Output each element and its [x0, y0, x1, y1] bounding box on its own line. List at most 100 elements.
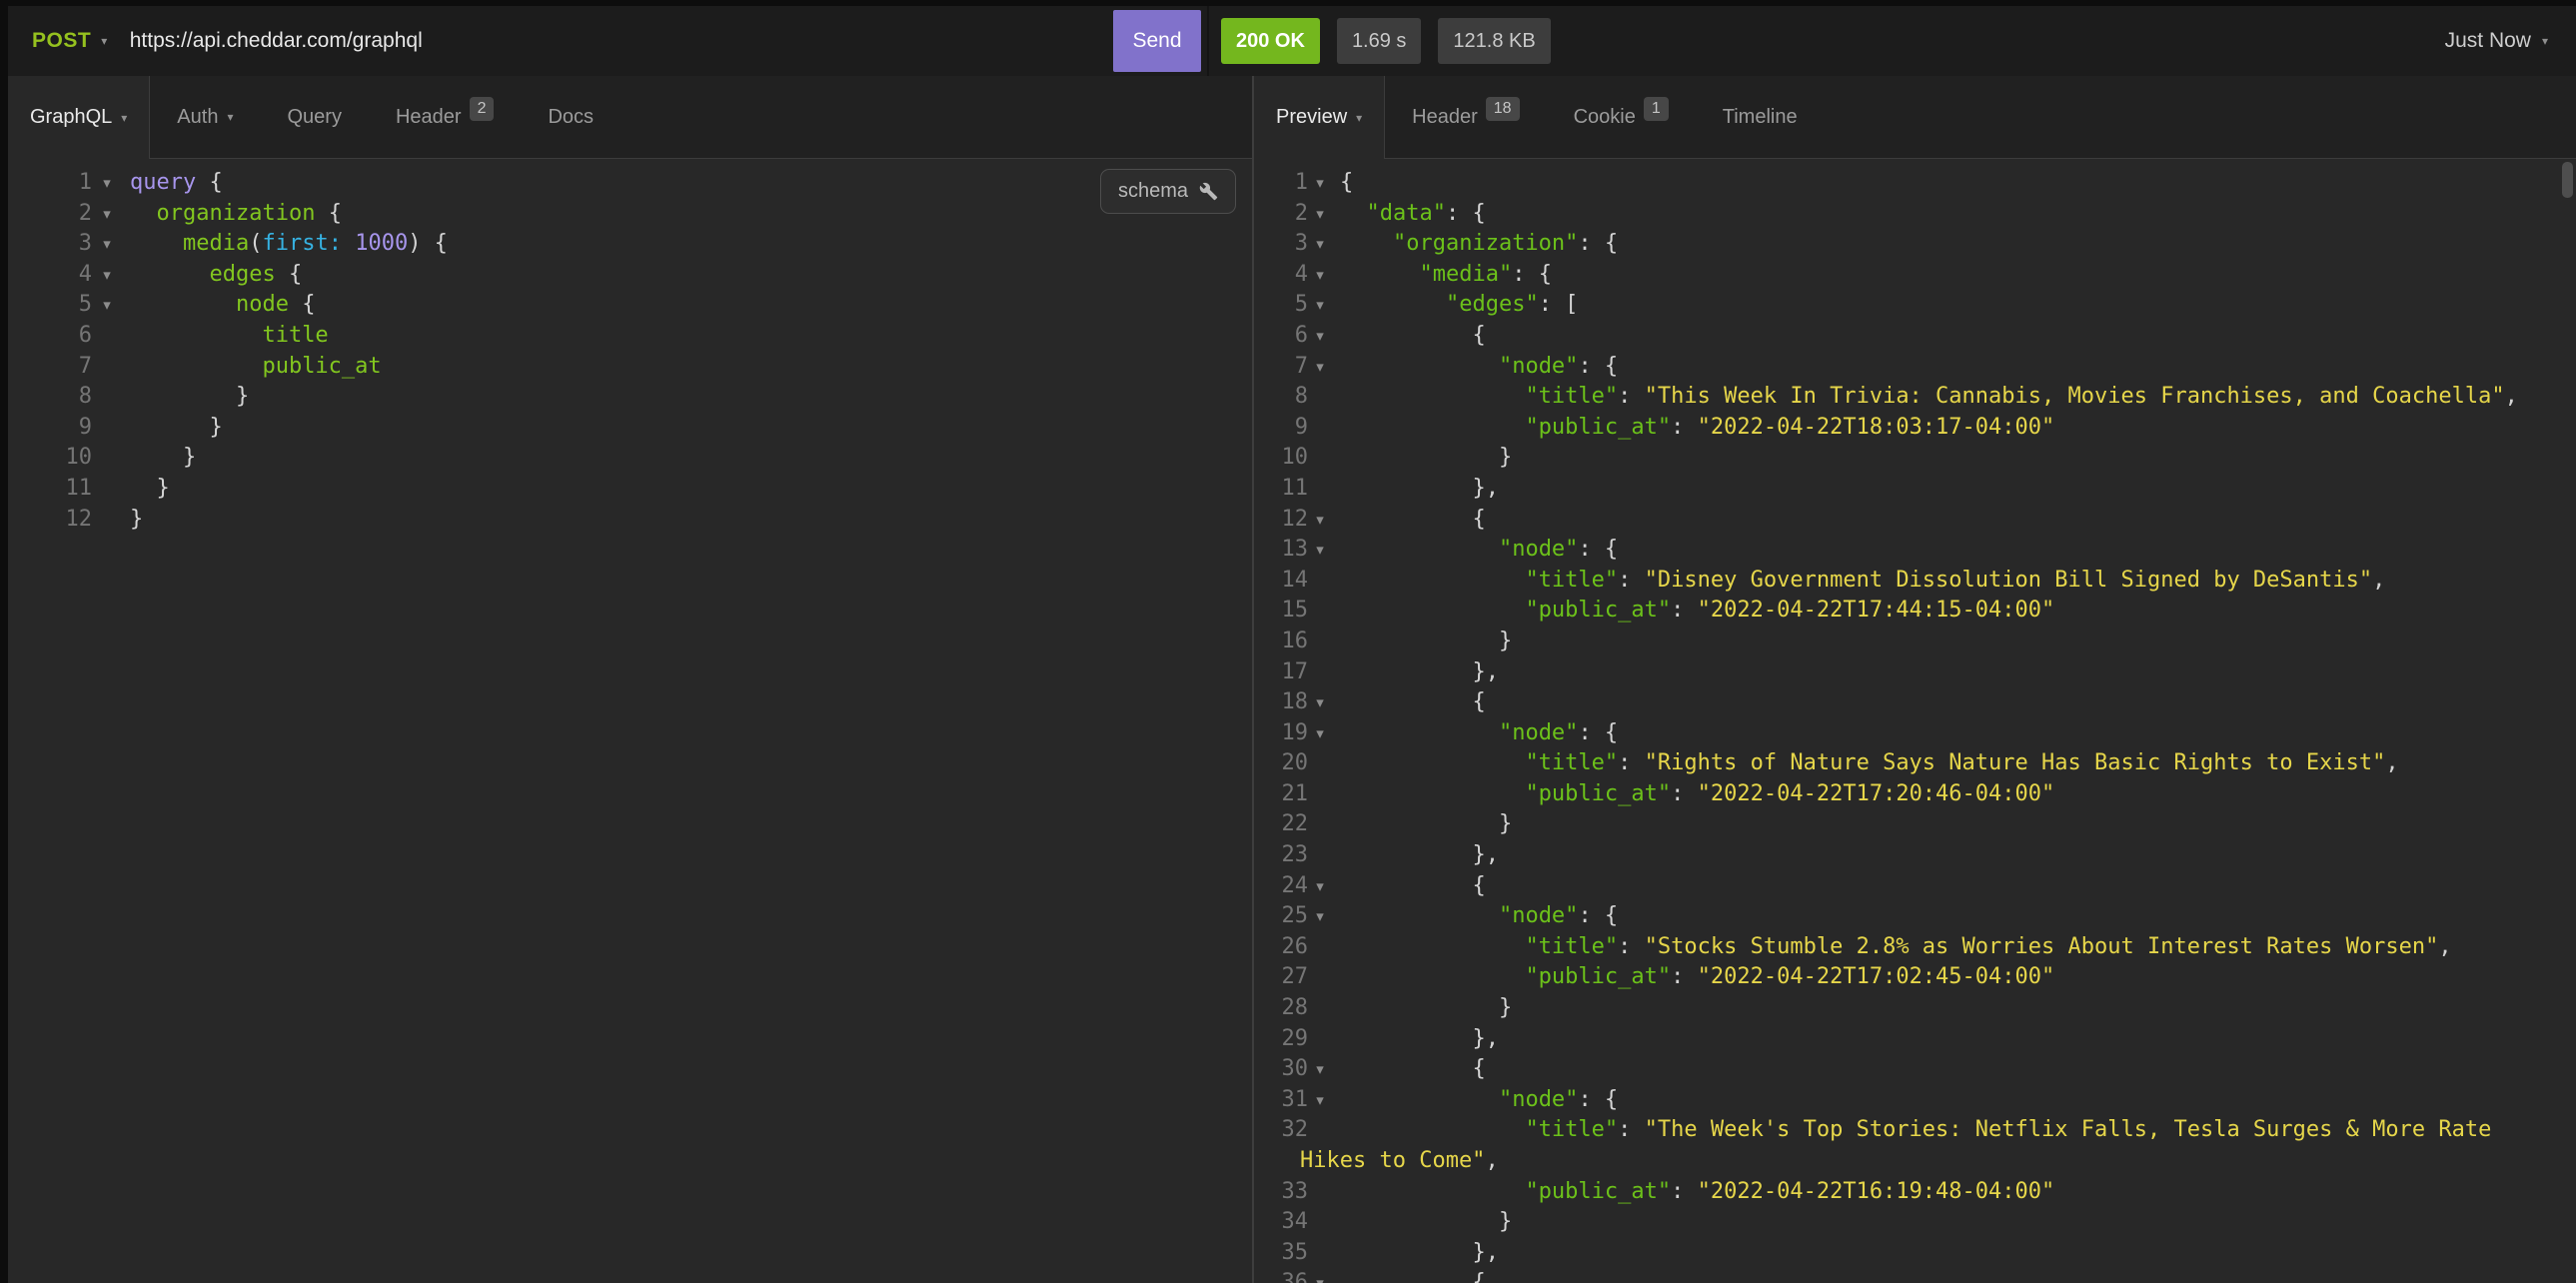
code-line-25: 25▾ "node": {: [1254, 901, 2576, 932]
code-text: query {: [122, 168, 1252, 199]
line-number: 6: [1254, 321, 1308, 352]
window-frame: POST ▾ Send 200 OK 1.69 s 121.8 KB Just …: [8, 6, 2576, 1283]
code-line-10: 10 }: [1254, 443, 2576, 474]
code-text: "organization": {: [1332, 229, 2576, 260]
fold-toggle-icon[interactable]: ▾: [1308, 352, 1332, 383]
code-text: "title": "This Week In Trivia: Cannabis,…: [1332, 382, 2576, 413]
fold-spacer: [1308, 932, 1332, 963]
code-line-7: 7 public_at: [8, 352, 1252, 383]
fold-toggle-icon[interactable]: ▾: [92, 290, 122, 321]
fold-toggle-icon[interactable]: ▾: [92, 168, 122, 199]
fold-toggle-icon[interactable]: ▾: [1308, 1085, 1332, 1116]
tab-header[interactable]: Header18: [1385, 76, 1546, 158]
code-line-5: 5▾ node {: [8, 290, 1252, 321]
code-text: "title": "The Week's Top Stories: Netfli…: [1332, 1115, 2576, 1146]
fold-toggle-icon[interactable]: ▾: [1308, 1054, 1332, 1085]
fold-toggle-icon[interactable]: ▾: [1308, 871, 1332, 902]
tab-query[interactable]: Query: [260, 76, 368, 158]
code-text: }: [122, 505, 1252, 536]
code-text: "media": {: [1332, 260, 2576, 291]
code-line-1: 1▾query {: [8, 168, 1252, 199]
code-text: }: [122, 474, 1252, 505]
tab-label: Timeline: [1723, 106, 1798, 129]
tab-preview[interactable]: Preview▾: [1254, 76, 1385, 159]
line-number: 15: [1254, 596, 1308, 627]
fold-toggle-icon[interactable]: ▾: [1308, 535, 1332, 566]
fold-toggle-icon[interactable]: ▾: [1308, 260, 1332, 291]
tab-docs[interactable]: Docs: [521, 76, 621, 158]
fold-spacer: [92, 443, 122, 474]
line-number: 14: [1254, 566, 1308, 597]
schema-button[interactable]: schema: [1100, 169, 1236, 214]
tab-header[interactable]: Header2: [369, 76, 522, 158]
tab-graphql[interactable]: GraphQL▾: [8, 76, 150, 159]
code-line-34: 34 }: [1254, 1207, 2576, 1238]
line-number: 5: [8, 290, 92, 321]
line-number: 27: [1254, 962, 1308, 993]
code-line-22: 22 }: [1254, 809, 2576, 840]
fold-toggle-icon[interactable]: ▾: [1308, 229, 1332, 260]
code-text: "public_at": "2022-04-22T17:02:45-04:00": [1332, 962, 2576, 993]
fold-spacer: [1308, 1207, 1332, 1238]
code-text: }: [122, 382, 1252, 413]
fold-toggle-icon[interactable]: ▾: [92, 199, 122, 230]
fold-toggle-icon[interactable]: ▾: [1308, 718, 1332, 749]
fold-toggle-icon[interactable]: ▾: [1308, 321, 1332, 352]
tab-count-badge: 18: [1486, 97, 1520, 121]
line-number: 35: [1254, 1238, 1308, 1269]
response-preview[interactable]: 1▾{2▾ "data": {3▾ "organization": {4▾ "m…: [1254, 159, 2576, 1283]
tab-label: Header: [396, 106, 462, 129]
code-text: "data": {: [1332, 199, 2576, 230]
code-text: "node": {: [1332, 1085, 2576, 1116]
tab-auth[interactable]: Auth▾: [150, 76, 260, 158]
code-line-11: 11 },: [1254, 474, 2576, 505]
code-line-24: 24▾ {: [1254, 871, 2576, 902]
code-text: },: [1332, 657, 2576, 688]
fold-spacer: [1308, 596, 1332, 627]
method-dropdown[interactable]: POST ▾: [32, 29, 108, 53]
code-line-12: 12▾ {: [1254, 505, 2576, 536]
code-line-28: 28 }: [1254, 993, 2576, 1024]
code-line-32: 32 "title": "The Week's Top Stories: Net…: [1254, 1115, 2576, 1146]
code-line-35: 35 },: [1254, 1238, 2576, 1269]
line-number: 36: [1254, 1268, 1308, 1283]
line-number: 19: [1254, 718, 1308, 749]
fold-toggle-icon[interactable]: ▾: [1308, 199, 1332, 230]
tab-label: Auth: [177, 106, 218, 129]
tab-cookie[interactable]: Cookie1: [1547, 76, 1696, 158]
code-text: }: [122, 413, 1252, 444]
fold-toggle-icon[interactable]: ▾: [92, 229, 122, 260]
line-number: 7: [8, 352, 92, 383]
fold-toggle-icon[interactable]: ▾: [1308, 505, 1332, 536]
url-input[interactable]: [128, 28, 1113, 54]
code-line-27: 27 "public_at": "2022-04-22T17:02:45-04:…: [1254, 962, 2576, 993]
fold-spacer: [1308, 382, 1332, 413]
code-text: {: [1332, 168, 2576, 199]
fold-toggle-icon[interactable]: ▾: [1308, 290, 1332, 321]
chevron-down-icon: ▾: [1356, 111, 1362, 125]
graphql-query-editor[interactable]: 1▾query {2▾ organization {3▾ media(first…: [8, 159, 1252, 1283]
fold-toggle-icon[interactable]: ▾: [1308, 687, 1332, 718]
code-text: }: [1332, 443, 2576, 474]
line-number: 13: [1254, 535, 1308, 566]
code-line-3: 3▾ "organization": {: [1254, 229, 2576, 260]
send-button[interactable]: Send: [1113, 10, 1201, 72]
code-text: }: [1332, 627, 2576, 657]
code-line-3: 3▾ media(first: 1000) {: [8, 229, 1252, 260]
code-text: {: [1332, 687, 2576, 718]
code-text: "node": {: [1332, 535, 2576, 566]
response-tab-bar: Preview▾Header18Cookie1 Timeline: [1254, 76, 2576, 159]
fold-toggle-icon[interactable]: ▾: [1308, 1268, 1332, 1283]
fold-spacer: [1308, 474, 1332, 505]
fold-toggle-icon[interactable]: ▾: [1308, 901, 1332, 932]
line-number: 10: [1254, 443, 1308, 474]
code-text: "title": "Rights of Nature Says Nature H…: [1332, 748, 2576, 779]
fold-toggle-icon[interactable]: ▾: [92, 260, 122, 291]
code-line-9: 9 "public_at": "2022-04-22T18:03:17-04:0…: [1254, 413, 2576, 444]
scrollbar-thumb[interactable]: [2562, 162, 2573, 198]
line-number: 23: [1254, 840, 1308, 871]
fold-toggle-icon[interactable]: ▾: [1308, 168, 1332, 199]
schema-button-label: schema: [1118, 176, 1188, 207]
tab-timeline[interactable]: Timeline: [1696, 76, 1825, 158]
response-history-dropdown[interactable]: Just Now ▾: [2445, 29, 2548, 53]
